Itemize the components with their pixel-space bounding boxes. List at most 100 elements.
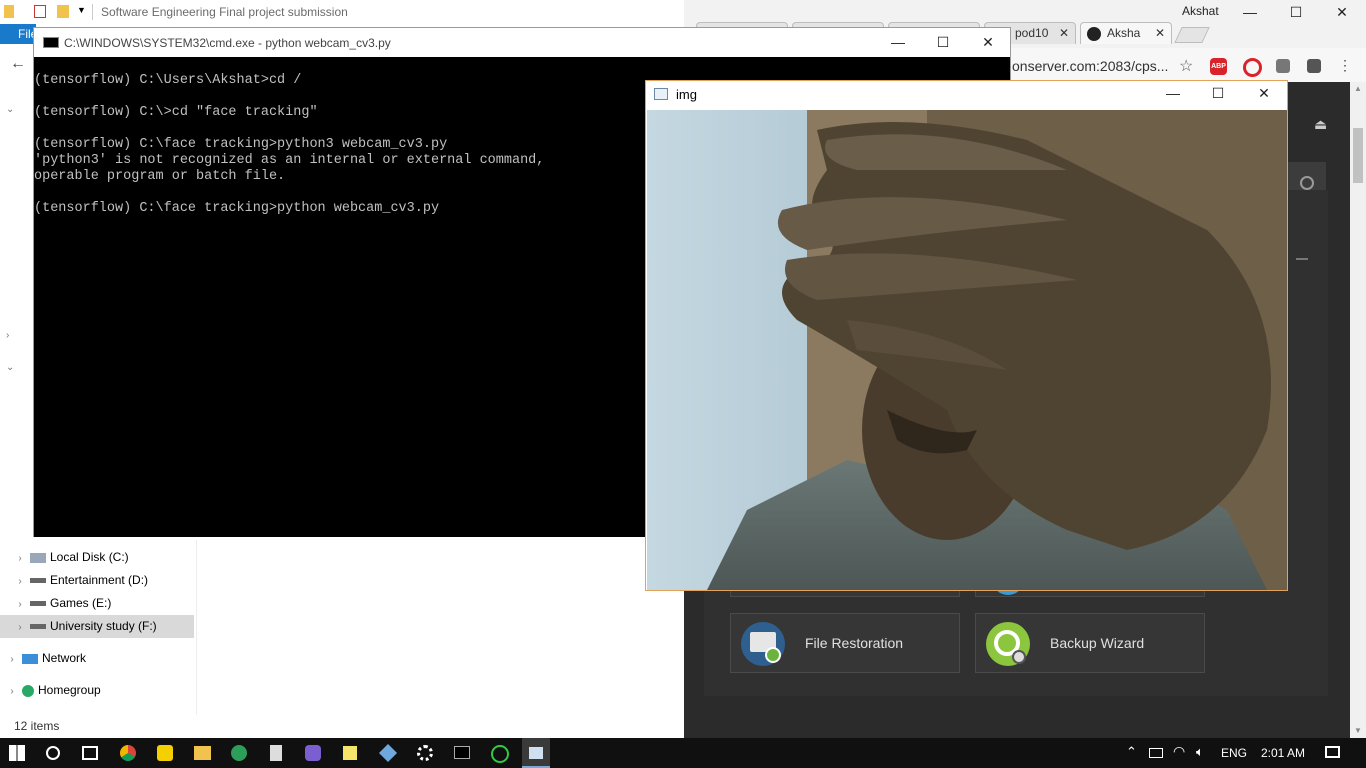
scroll-up-arrow-icon[interactable]: ▲ [1354,84,1362,93]
extension-icon[interactable] [1307,59,1321,73]
restore-arrow-icon [765,647,781,663]
new-tab-button[interactable] [1174,27,1210,43]
tab-close-icon[interactable]: ✕ [1155,26,1165,40]
adblock-plus-icon[interactable]: ABP [1210,58,1227,75]
tree-item-network[interactable]: › Network [0,647,194,670]
homegroup-icon [22,684,34,697]
chrome-maximize-button[interactable]: ☐ [1273,4,1319,21]
action-center-icon[interactable] [1325,746,1340,758]
chevron-right-icon[interactable]: › [4,648,20,671]
tree-item-entertainment-d[interactable]: › Entertainment (D:) [0,569,194,592]
address-bar-url[interactable]: onserver.com:2083/cps... [1012,58,1168,74]
chevron-right-icon[interactable]: › [12,616,28,639]
new-folder-icon[interactable] [57,5,69,18]
webcam-image [647,110,1287,590]
chrome-tab-active[interactable]: Aksha ✕ [1080,22,1172,44]
app-taskbar-icon[interactable] [378,743,398,763]
wifi-icon[interactable]: ◠ [1173,743,1185,760]
explorer-title: Software Engineering Final project submi… [101,5,348,19]
clock-time[interactable]: 2:01 AM [1261,746,1305,760]
tree-item-games-e[interactable]: › Games (E:) [0,592,194,615]
chrome-taskbar-icon[interactable] [120,745,136,761]
chevron-right-icon[interactable]: › [4,680,20,703]
status-bar-item-count: 12 items [14,719,60,733]
tool-tile-backup-wizard[interactable]: Backup Wizard [975,613,1205,673]
ribbon-file-tab[interactable]: File [0,24,37,44]
tree-collapsed-arrows: ⌄ › ⌄ [6,104,15,373]
drive-icon [30,601,46,607]
opencv-window-icon [654,88,668,100]
tool-label: Backup Wizard [1050,635,1145,651]
tree-item-university-study-f[interactable]: › University study (F:) [0,615,194,638]
search-icon [1300,176,1314,190]
language-indicator[interactable]: ENG [1221,746,1247,760]
chevron-right-icon[interactable]: › [12,593,28,616]
wizard-hat-icon [1012,650,1026,664]
cmd-output-text: (tensorflow) C:\Users\Akshat>cd / (tenso… [34,73,545,216]
extension-icon[interactable] [1276,59,1290,73]
cmd-maximize-button[interactable]: ☐ [920,34,966,51]
app-taskbar-icon[interactable] [157,745,173,761]
opencv-taskbar-icon [529,747,543,759]
power-icon[interactable] [1149,748,1163,758]
img-maximize-button[interactable]: ☐ [1195,85,1241,102]
tree-item-label: Entertainment (D:) [50,573,149,587]
profile-user-name[interactable]: Akshat [1182,4,1219,18]
logout-icon[interactable]: ⏏ [1314,116,1327,133]
loading-taskbar-icon[interactable] [491,745,509,763]
webcam-frame [647,110,1287,590]
local-disk-icon [30,552,46,563]
bookmark-star-icon[interactable]: ☆ [1179,56,1193,76]
chevron-right-icon[interactable]: › [12,570,28,593]
show-hidden-icons-chevron-up-icon[interactable]: ⌃ [1126,744,1137,760]
title-separator [92,4,93,20]
chevron-right-icon[interactable]: › [12,547,28,570]
tab-label: Aksha [1107,26,1141,40]
github-icon [1087,26,1101,41]
task-view-icon[interactable] [82,746,98,760]
properties-check-icon[interactable] [34,5,46,18]
cmd-close-button[interactable]: ✕ [965,34,1011,51]
page-scrollbar-thumb[interactable] [1353,128,1363,183]
cmd-minimize-button[interactable]: — [875,34,921,50]
opera-extension-icon[interactable] [1243,58,1262,77]
file-explorer-taskbar-icon[interactable] [194,746,211,760]
tool-tile-file-restoration[interactable]: File Restoration [730,613,960,673]
sticky-notes-taskbar-icon[interactable] [343,746,357,760]
collapse-panel-icon[interactable] [1296,258,1308,260]
cmd-taskbar-icon[interactable] [454,746,470,759]
chrome-minimize-button[interactable]: — [1227,4,1273,20]
drive-icon [30,578,46,584]
customize-dropdown-icon[interactable]: ▼ [77,5,86,15]
windows-start-icon[interactable] [9,745,25,761]
windows-taskbar: ⌃ ◠ 🔈︎ ENG 2:01 AM [0,738,1366,768]
scroll-down-arrow-icon[interactable]: ▼ [1354,726,1362,735]
tab-close-icon[interactable]: ✕ [1059,26,1069,40]
cmd-title: C:\WINDOWS\SYSTEM32\cmd.exe - python web… [64,36,391,50]
network-icon [22,653,38,664]
tree-item-label: University study (F:) [50,619,157,633]
chrome-menu-icon[interactable]: ⋮ [1338,57,1352,74]
nav-pane-divider [196,540,197,715]
calculator-taskbar-icon[interactable] [270,745,282,761]
tree-item-homegroup[interactable]: › Homegroup [0,679,194,702]
tree-item-label: Local Disk (C:) [50,550,129,564]
tree-item-label: Games (E:) [50,596,112,610]
settings-gear-icon[interactable] [417,745,433,761]
app-taskbar-icon[interactable] [305,745,321,761]
img-window-title: img [676,87,697,102]
chrome-close-button[interactable]: ✕ [1319,4,1365,21]
cortana-search-icon[interactable] [46,746,60,760]
quick-access-folder-icon[interactable] [4,5,14,18]
explorer-titlebar: ▼ Software Engineering Final project sub… [0,0,684,24]
tree-item-label: Homegroup [38,683,101,697]
img-window: img — ☐ ✕ [645,80,1288,591]
tree-item-local-disk-c[interactable]: › Local Disk (C:) [0,546,194,569]
volume-icon[interactable]: 🔈︎ [1196,744,1204,760]
back-arrow-icon[interactable]: ← [10,55,26,73]
nav-tree: › Local Disk (C:) › Entertainment (D:) › Ga… [0,546,194,702]
tree-item-label: Network [42,651,87,665]
img-minimize-button[interactable]: — [1150,85,1196,101]
img-close-button[interactable]: ✕ [1241,85,1287,102]
app-taskbar-icon[interactable] [231,745,247,761]
